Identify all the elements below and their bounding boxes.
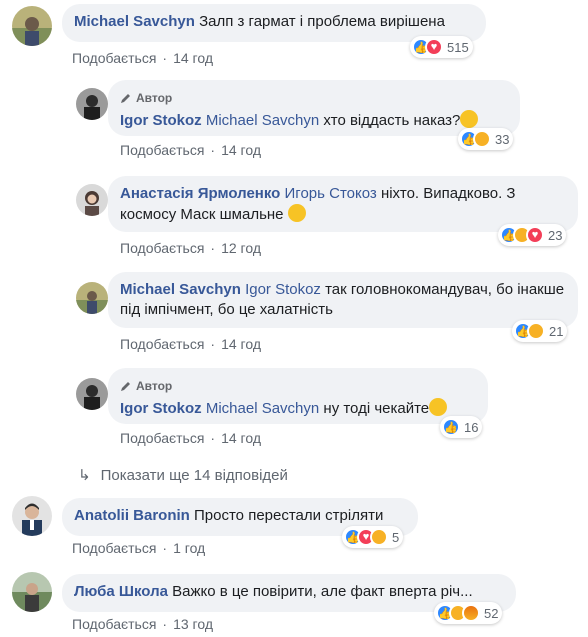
comment-actions: Подобається · 14 год (120, 336, 261, 352)
love-icon: ♥ (526, 226, 544, 244)
timestamp[interactable]: 14 год (221, 336, 261, 352)
comment-text: Просто перестали стріляти (194, 507, 384, 524)
reaction-summary[interactable]: 👍 ♥ 515 (410, 36, 473, 58)
timestamp[interactable]: 14 год (221, 430, 261, 446)
mention-link[interactable]: Michael Savchyn (206, 400, 319, 417)
love-icon: ♥ (425, 38, 443, 56)
timestamp[interactable]: 13 год (173, 616, 213, 632)
author-badge: Автор (120, 376, 476, 396)
like-button[interactable]: Подобається (120, 430, 204, 446)
like-icon: 👍 (442, 418, 460, 436)
reaction-summary[interactable]: 👍 ♥ 5 (342, 526, 404, 548)
reaction-summary[interactable]: 👍 33 (458, 128, 514, 150)
haha-icon (527, 322, 545, 340)
mention-link[interactable]: Игорь Стокоз (285, 185, 377, 202)
reaction-summary[interactable]: 👍 52 (434, 602, 503, 624)
comment-actions: Подобається · 14 год (120, 142, 261, 158)
comment-bubble: Michael Savchyn Igor Stokoz так головнок… (108, 272, 578, 328)
comment-text: Важко в це повірити, але факт вперта річ… (172, 583, 473, 600)
avatar[interactable] (76, 282, 108, 314)
reaction-count: 21 (549, 323, 564, 339)
pencil-icon (121, 382, 130, 391)
commenter-name[interactable]: Michael Savchyn (74, 13, 195, 30)
avatar[interactable] (76, 88, 108, 120)
reaction-count: 16 (464, 419, 479, 435)
mention-link[interactable]: Michael Savchyn (206, 112, 319, 129)
comment-actions: Подобається · 12 год (120, 240, 261, 256)
separator-dot: · (210, 336, 216, 352)
separator-dot: · (162, 50, 168, 66)
author-label: Автор (136, 379, 173, 393)
avatar[interactable] (76, 184, 108, 216)
reaction-count: 33 (495, 131, 510, 147)
commenter-name[interactable]: Anatolii Baronin (74, 507, 190, 524)
separator-dot: · (210, 142, 216, 158)
commenter-name[interactable]: Анастасія Ярмоленко (120, 185, 280, 202)
show-more-replies[interactable]: ↳ Показати ще 14 відповідей (78, 466, 288, 485)
comment-text: хто віддасть наказ? (323, 112, 461, 129)
reaction-count: 23 (548, 227, 563, 243)
smile-emoji-icon (287, 204, 306, 222)
timestamp[interactable]: 14 год (221, 142, 261, 158)
timestamp[interactable]: 14 год (173, 50, 213, 66)
separator-dot: · (210, 240, 216, 256)
pencil-icon (121, 94, 130, 103)
avatar[interactable] (12, 6, 52, 46)
comment-bubble: Автор Igor Stokoz Michael Savchyn ну тод… (108, 368, 488, 424)
comment-text: ну тоді чекайте (323, 400, 430, 417)
like-button[interactable]: Подобається (120, 336, 204, 352)
separator-dot: · (162, 616, 168, 632)
commenter-name[interactable]: Люба Школа (74, 583, 168, 600)
sad-icon (473, 130, 491, 148)
separator-dot: · (210, 430, 216, 446)
reaction-summary[interactable]: 👍 21 (512, 320, 568, 342)
separator-dot: · (162, 540, 168, 556)
commenter-name[interactable]: Igor Stokoz (120, 112, 202, 129)
avatar[interactable] (76, 378, 108, 410)
reaction-count: 52 (484, 605, 499, 621)
avatar[interactable] (12, 496, 52, 536)
comment-actions: Подобається · 13 год (72, 616, 213, 632)
reaction-count: 515 (447, 39, 469, 55)
comment-bubble: Автор Igor Stokoz Michael Savchyn хто ві… (108, 80, 520, 136)
grin-emoji-icon (429, 398, 448, 416)
author-badge: Автор (120, 88, 508, 108)
timestamp[interactable]: 1 год (173, 540, 205, 556)
author-label: Автор (136, 91, 173, 105)
avatar[interactable] (12, 572, 52, 612)
reaction-summary[interactable]: 👍 ♥ 23 (498, 224, 567, 246)
mention-link[interactable]: Igor Stokoz (245, 281, 321, 298)
commenter-name[interactable]: Igor Stokoz (120, 400, 202, 417)
reply-arrow-icon: ↳ (78, 467, 91, 484)
like-button[interactable]: Подобається (120, 142, 204, 158)
timestamp[interactable]: 12 год (221, 240, 261, 256)
show-more-label[interactable]: Показати ще 14 відповідей (101, 467, 288, 484)
like-button[interactable]: Подобається (120, 240, 204, 256)
like-button[interactable]: Подобається (72, 50, 156, 66)
comment-text: Залп з гармат і проблема вирішена (199, 13, 445, 30)
angry-icon (462, 604, 480, 622)
sunglasses-emoji-icon (460, 110, 479, 128)
comment-actions: Подобається · 14 год (120, 430, 261, 446)
comment-actions: Подобається · 1 год (72, 540, 205, 556)
commenter-name[interactable]: Michael Savchyn (120, 281, 241, 298)
like-button[interactable]: Подобається (72, 540, 156, 556)
reaction-summary[interactable]: 👍 16 (440, 416, 483, 438)
comment-actions: Подобається · 14 год (72, 50, 213, 66)
like-button[interactable]: Подобається (72, 616, 156, 632)
reaction-count: 5 (392, 529, 400, 545)
sad-icon (370, 528, 388, 546)
